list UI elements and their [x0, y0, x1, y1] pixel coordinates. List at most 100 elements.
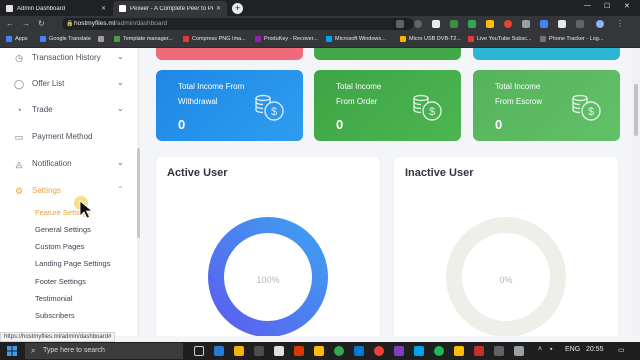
- taskbar-app-icon[interactable]: [354, 346, 364, 356]
- clock-text[interactable]: 20:55: [586, 346, 604, 353]
- sidebar-item-notification[interactable]: ◬ Notification ⌄: [0, 154, 138, 174]
- extension-icon[interactable]: [540, 20, 548, 28]
- bookmark-item[interactable]: Template manager...: [114, 36, 173, 42]
- bookmark-item[interactable]: Apps: [6, 36, 28, 42]
- sidebar-item-transaction-history[interactable]: ◷ Transaction History ⌄: [0, 48, 138, 68]
- taskbar-app-icon[interactable]: [434, 346, 444, 356]
- close-tab-icon[interactable]: ✕: [216, 5, 221, 12]
- taskbar-app-icon[interactable]: [254, 346, 264, 356]
- page-scroll-thumb[interactable]: [634, 84, 638, 136]
- profile-avatar[interactable]: [596, 20, 604, 28]
- submenu-subscribers[interactable]: Subscribers: [35, 311, 75, 320]
- address-bar[interactable]: 🔒 hostmyfiles.ml/admin/dashboard: [62, 18, 414, 30]
- back-icon[interactable]: ←: [6, 19, 14, 28]
- stat-card-partial: [473, 48, 620, 60]
- trade-icon: ◔: [16, 105, 22, 115]
- page-scrollbar[interactable]: [632, 48, 640, 336]
- bookmarks-bar: Apps Google Translate Template manager..…: [0, 32, 640, 48]
- sidebar-item-label: Offer List: [32, 79, 65, 88]
- extensions-puzzle-icon[interactable]: [576, 20, 584, 28]
- taskbar-app-icon[interactable]: [294, 346, 304, 356]
- taskbar-app-icon[interactable]: [494, 346, 504, 356]
- notifications-icon[interactable]: ▭: [618, 346, 625, 354]
- coins-icon: $: [413, 94, 442, 121]
- close-tab-icon[interactable]: ✕: [101, 5, 106, 12]
- language-indicator[interactable]: ENG: [565, 346, 580, 353]
- maximize-button[interactable]: ☐: [604, 2, 610, 10]
- chrome-icon[interactable]: [334, 346, 344, 356]
- taskbar-search-input[interactable]: ⌕ Type here to search: [25, 343, 183, 359]
- submenu-testimonial[interactable]: Testimonial: [35, 294, 73, 303]
- bookmark-item[interactable]: Microsoft Windows...: [326, 36, 386, 42]
- extension-icon[interactable]: [486, 20, 494, 28]
- favicon-icon: [6, 5, 13, 12]
- inactive-user-card: Inactive User 0%: [394, 157, 618, 336]
- task-view-icon[interactable]: [194, 346, 204, 356]
- submenu-custom-pages[interactable]: Custom Pages: [35, 242, 84, 251]
- sidebar-item-settings[interactable]: ⚙ Settings ⌃: [0, 181, 138, 201]
- windows-start-icon[interactable]: [7, 346, 17, 356]
- donut-percent-label: 0%: [499, 275, 513, 285]
- browser-tab-strip: Admin Dashboard ✕ Pexeer - A Complete Pe…: [0, 0, 640, 16]
- chevron-down-icon: ⌄: [117, 78, 124, 87]
- minimize-button[interactable]: —: [584, 2, 591, 9]
- share-icon[interactable]: [396, 20, 404, 28]
- stat-card-partial: [156, 48, 303, 60]
- taskbar-app-icon[interactable]: [454, 346, 464, 356]
- tab-pexeer[interactable]: Pexeer - A Complete Peer to Peer ✕: [113, 1, 227, 16]
- bookmark-star-icon[interactable]: [414, 20, 422, 28]
- tab-admin-dashboard[interactable]: Admin Dashboard ✕: [0, 1, 112, 16]
- url-host: hostmyfiles.ml: [74, 20, 116, 27]
- taskbar-app-icon[interactable]: [414, 346, 424, 356]
- taskbar-app-icon[interactable]: [274, 346, 284, 356]
- bookmark-item[interactable]: Live YouTube Subsc...: [468, 36, 532, 42]
- bookmark-item[interactable]: ProduKey - Recover...: [255, 36, 318, 42]
- submenu-general-settings[interactable]: General Settings: [35, 225, 91, 234]
- browser-menu-icon[interactable]: ⋮: [616, 20, 624, 28]
- taskbar-app-icon[interactable]: [394, 346, 404, 356]
- sidebar: ◷ Transaction History ⌄ ◯ Offer List ⌄ ◔…: [0, 48, 140, 336]
- bookmark-item[interactable]: Micro USB DVB-T2...: [400, 36, 461, 42]
- extension-icon[interactable]: [432, 20, 440, 28]
- coins-icon: $: [572, 94, 601, 121]
- bookmark-item[interactable]: Compress PNG Ima...: [183, 36, 246, 42]
- sidebar-item-payment-method[interactable]: ▭ Payment Method: [0, 127, 138, 147]
- bookmark-item[interactable]: [98, 36, 107, 42]
- svg-text:$: $: [588, 106, 594, 118]
- coins-icon: $: [255, 94, 284, 121]
- taskbar-app-icon[interactable]: [514, 346, 524, 356]
- extension-icon[interactable]: [504, 20, 512, 28]
- reload-icon[interactable]: ↻: [38, 19, 45, 28]
- submenu-footer-settings[interactable]: Footer Settings: [35, 277, 86, 286]
- sidebar-item-trade[interactable]: ◔ Trade ⌄: [0, 100, 138, 120]
- lock-icon: 🔒: [66, 21, 74, 27]
- taskbar-app-icon[interactable]: [474, 346, 484, 356]
- close-window-button[interactable]: ✕: [624, 2, 630, 10]
- new-tab-button[interactable]: +: [232, 3, 243, 14]
- url-path: /admin/dashboard: [115, 20, 168, 27]
- network-icon[interactable]: ▪: [550, 346, 552, 353]
- tab-label: Pexeer - A Complete Peer to Peer: [130, 5, 213, 12]
- forward-icon[interactable]: →: [22, 19, 30, 28]
- taskbar-app-icon[interactable]: [214, 346, 224, 356]
- bookmark-item[interactable]: Phone Tracker - Log...: [540, 36, 603, 42]
- stat-subtitle: From Order: [336, 97, 378, 106]
- taskbar-app-icon[interactable]: [314, 346, 324, 356]
- gear-icon: ⚙: [14, 186, 24, 196]
- extension-icon[interactable]: [522, 20, 530, 28]
- taskbar-app-icon[interactable]: [374, 346, 384, 356]
- mouse-cursor-icon: [74, 196, 94, 219]
- search-placeholder: Type here to search: [43, 347, 105, 354]
- extension-icon[interactable]: [468, 20, 476, 28]
- taskbar-app-icon[interactable]: [234, 346, 244, 356]
- tray-up-arrow-icon[interactable]: ˄: [538, 346, 542, 353]
- status-url-tooltip: https://hostmyfiles.ml/admin/dashboard#: [0, 332, 116, 342]
- bookmark-item[interactable]: Google Translate: [40, 36, 91, 42]
- active-user-card: Active User 100%: [156, 157, 380, 336]
- stat-value: 0: [336, 117, 344, 132]
- extension-icon[interactable]: [558, 20, 566, 28]
- sidebar-item-offer-list[interactable]: ◯ Offer List ⌄: [0, 74, 138, 94]
- submenu-landing-page-settings[interactable]: Landing Page Settings: [35, 259, 110, 268]
- extension-icon[interactable]: [450, 20, 458, 28]
- stat-title: Total Income: [336, 82, 382, 91]
